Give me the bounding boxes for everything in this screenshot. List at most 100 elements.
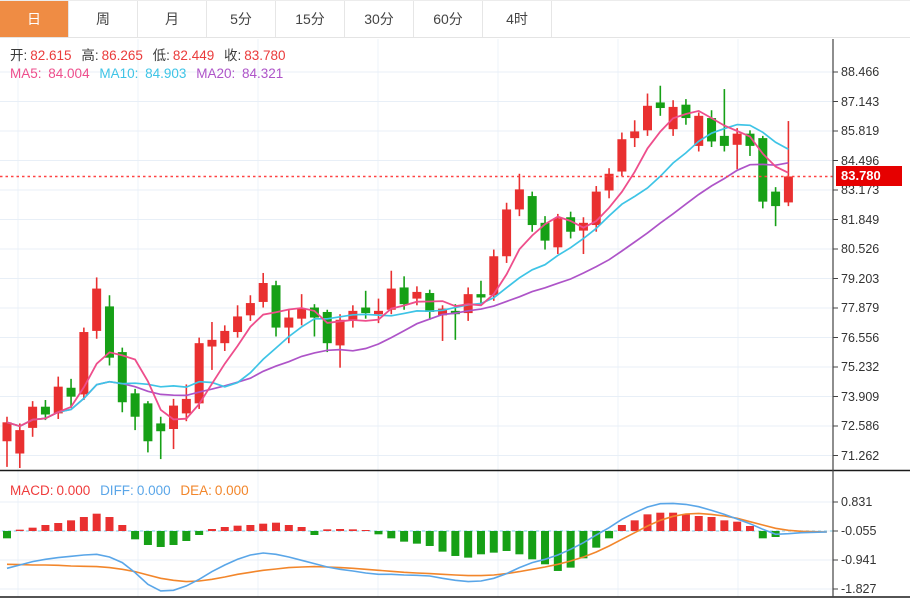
candle-down: [117, 352, 127, 403]
candle-down: [719, 135, 729, 146]
dea-label: DEA:: [180, 483, 212, 498]
diff-value: 0.000: [136, 483, 171, 498]
candle-down: [425, 293, 435, 312]
candle-up: [783, 176, 793, 203]
candle-up: [553, 218, 563, 248]
last-price-tag: 83.780: [836, 166, 902, 187]
close-label: 收:: [223, 48, 242, 63]
macd-bar-negative: [169, 531, 178, 545]
macd-bar-negative: [489, 531, 498, 553]
macd-bar-positive: [79, 517, 88, 531]
macd-bar-negative: [156, 531, 165, 547]
candle-up: [630, 131, 640, 139]
candlesticks[interactable]: [2, 85, 793, 469]
macd-info-bar: MACD: 0.000 DIFF: 0.000 DEA: 0.000: [10, 483, 255, 498]
macd-bar-positive: [220, 527, 229, 531]
price-axis-label: 80.526: [841, 242, 880, 256]
tab-period-2[interactable]: 月: [138, 1, 207, 37]
macd-bar-positive: [361, 530, 370, 531]
macd-bar-negative: [195, 531, 204, 535]
macd-bar-negative: [374, 531, 383, 535]
price-axis-label: 72.586: [841, 419, 880, 433]
candle-down: [681, 104, 691, 119]
macd-bar-negative: [131, 531, 140, 540]
macd-bar-positive: [643, 514, 652, 531]
price-axis-label: 71.262: [841, 448, 880, 463]
macd-bar-negative: [605, 531, 614, 539]
macd-bar-negative: [502, 531, 511, 551]
macd-bar-positive: [720, 520, 729, 531]
candle-down: [707, 118, 717, 142]
candle-down: [130, 393, 140, 417]
candle-up: [643, 105, 652, 131]
price-axis-label: 77.879: [841, 301, 880, 315]
diff-label: DIFF:: [100, 483, 134, 498]
price-axis-label: 76.556: [841, 330, 880, 345]
price-axis-label: 88.466: [841, 65, 880, 79]
ma20-label: MA20:: [196, 66, 236, 81]
macd-axis-label: -1.827: [841, 582, 877, 596]
price-axis-label: 85.819: [841, 124, 880, 138]
macd-bar-positive: [105, 517, 114, 531]
dea-line: [6, 512, 827, 583]
high-label: 高:: [81, 48, 99, 63]
price-axis-label: 73.909: [841, 389, 880, 404]
candle-down: [540, 222, 550, 241]
period-tab-bar: 日周月 5分 15分 30分 60分 4时: [0, 0, 910, 38]
macd-bar-negative: [412, 531, 421, 544]
open-label: 开:: [10, 48, 28, 63]
candle-up: [412, 291, 422, 299]
close-value: 83.780: [244, 48, 286, 63]
kline-svg[interactable]: [0, 37, 910, 602]
candle-up: [53, 386, 63, 414]
ma5-value: 84.004: [48, 66, 90, 81]
tab-period-3[interactable]: 5分: [207, 1, 276, 37]
macd-bar-positive: [15, 529, 24, 531]
tab-period-0[interactable]: 日: [0, 1, 69, 37]
candle-down: [156, 423, 166, 432]
candle-up: [245, 303, 255, 316]
macd-bar-negative: [143, 531, 152, 545]
candle-up: [732, 133, 742, 145]
macd-bar-negative: [528, 531, 537, 560]
open-value: 82.615: [30, 48, 72, 63]
chart-area[interactable]: 开: 82.615 高: 86.265 低: 82.449 收: 83.780 MA5:…: [0, 37, 910, 602]
macd-bar-negative: [438, 531, 447, 552]
macd-bar-positive: [67, 520, 76, 531]
candle-up: [92, 288, 102, 331]
macd-bar-negative: [310, 531, 319, 535]
price-axis-label: 79.203: [841, 271, 880, 286]
macd-axis-label: -0.941: [841, 553, 877, 567]
macd-bar-negative: [758, 531, 767, 539]
macd-bar-positive: [54, 523, 63, 531]
macd-label: MACD:: [10, 483, 54, 498]
candle-down: [66, 387, 76, 397]
kline-app: 日周月 5分 15分 30分 60分 4时 开: 82.615 高: 86.265 低: 82.…: [0, 0, 910, 602]
tab-period-7[interactable]: 4时: [483, 1, 552, 37]
macd-bar-positive: [233, 525, 242, 531]
candle-down: [758, 138, 768, 202]
macd-bar-positive: [681, 514, 690, 531]
candle-down: [361, 307, 371, 314]
macd-bar-positive: [348, 529, 357, 531]
tab-period-6[interactable]: 60分: [414, 1, 483, 37]
tab-period-4[interactable]: 15分: [276, 1, 345, 37]
candle-up: [220, 330, 230, 344]
dea-value: 0.000: [214, 483, 249, 498]
macd-bar-positive: [207, 529, 216, 531]
candle-up: [207, 339, 217, 347]
macd-bar-positive: [694, 516, 703, 531]
tab-period-5[interactable]: 30分: [345, 1, 414, 37]
macd-bar-positive: [336, 529, 345, 531]
macd-bar-positive: [297, 527, 306, 531]
candle-down: [40, 406, 50, 415]
macd-bar-positive: [707, 517, 716, 531]
macd-bar-negative: [3, 531, 11, 539]
macd-bar-negative: [425, 531, 434, 546]
macd-value: 0.000: [56, 483, 91, 498]
macd-bar-positive: [323, 529, 332, 531]
ohlc-info-bar: 开: 82.615 高: 86.265 低: 82.449 收: 83.780: [10, 44, 292, 64]
tab-period-1[interactable]: 周: [69, 1, 138, 37]
macd-bar-positive: [28, 527, 37, 531]
price-axis-label: 81.849: [841, 212, 880, 227]
